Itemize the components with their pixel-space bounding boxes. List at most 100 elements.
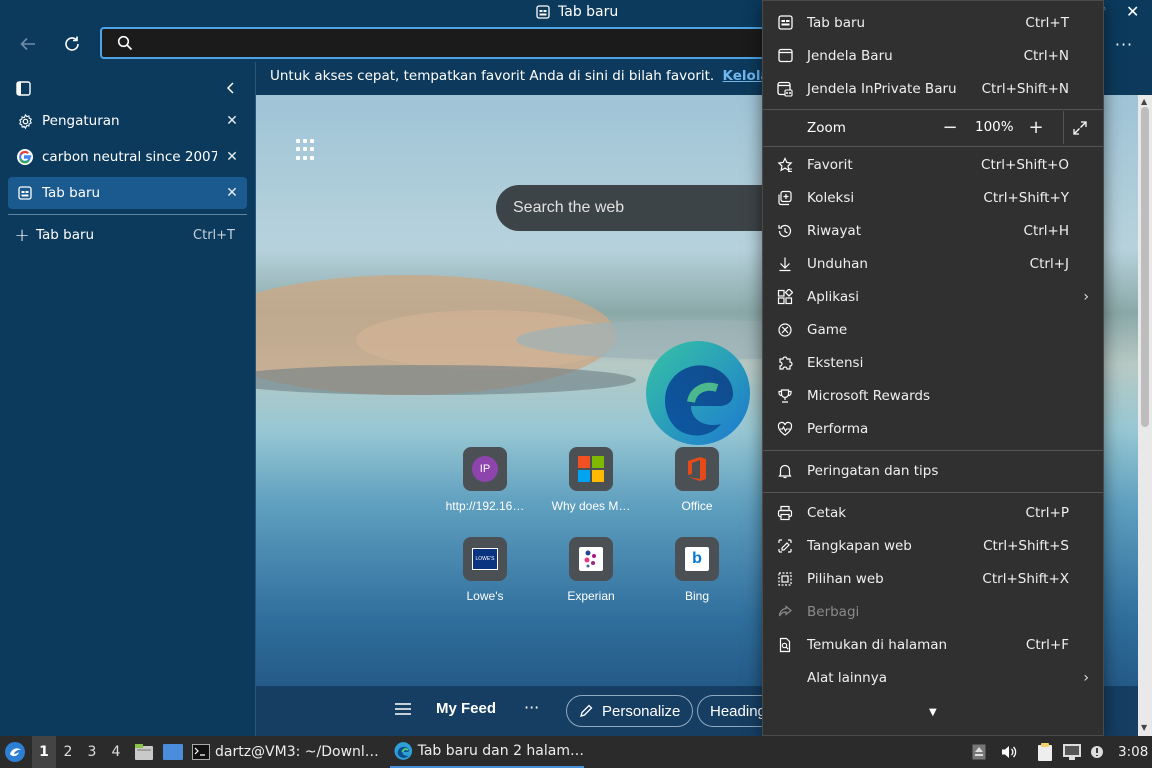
menu-item-collections[interactable]: Koleksi Ctrl+Shift+Y xyxy=(763,181,1103,214)
menu-item-label: Performa xyxy=(807,420,869,437)
fullscreen-button[interactable] xyxy=(1065,111,1095,144)
menu-item-rewards[interactable]: Microsoft Rewards xyxy=(763,379,1103,412)
speed-dial-tile[interactable]: b Bing xyxy=(647,537,747,617)
address-bar[interactable] xyxy=(100,27,780,59)
rewards-trophy-icon xyxy=(778,388,792,403)
menu-item-favorites[interactable]: Favorit Ctrl+Shift+O xyxy=(763,148,1103,181)
menu-item-games[interactable]: Game xyxy=(763,313,1103,346)
start-logo-icon xyxy=(5,742,25,762)
clipboard-icon[interactable] xyxy=(1036,736,1054,768)
new-tab-button[interactable]: + Tab baru Ctrl+T xyxy=(8,225,247,246)
terminal-icon xyxy=(192,744,210,760)
tray-eject-icon[interactable] xyxy=(972,736,986,768)
menu-item-label: Jendela Baru xyxy=(807,47,893,64)
scrollbar-thumb[interactable] xyxy=(1141,107,1149,427)
vertical-tabs-sidebar: Pengaturan ✕ carbon neutral since 2007 ✕… xyxy=(0,62,256,736)
history-icon xyxy=(778,224,792,237)
menu-item-label: Riwayat xyxy=(807,222,861,239)
newtab-icon xyxy=(536,5,550,19)
back-button[interactable] xyxy=(12,28,44,60)
menu-item-apps[interactable]: Aplikasi › xyxy=(763,280,1103,313)
menu-item-web-capture[interactable]: Tangkapan web Ctrl+Shift+S xyxy=(763,529,1103,562)
tile-label: Lowe's xyxy=(466,589,504,603)
sidebar-tab-pengaturan[interactable]: Pengaturan ✕ xyxy=(8,105,247,137)
lowes-badge: LOWE'S xyxy=(472,548,498,570)
new-tab-shortcut: Ctrl+T xyxy=(193,227,235,243)
menu-item-label: Tangkapan web xyxy=(807,537,912,554)
collapse-sidebar-icon[interactable] xyxy=(224,81,238,95)
speed-dial-tile[interactable]: Why does M… xyxy=(541,447,641,527)
web-capture-icon xyxy=(778,538,792,553)
games-icon xyxy=(778,322,792,337)
search-icon xyxy=(117,35,133,51)
sidebar-divider xyxy=(8,214,247,215)
notification-icon[interactable] xyxy=(1088,736,1106,768)
extensions-puzzle-icon xyxy=(779,355,793,370)
web-search-box[interactable]: Search the web xyxy=(496,185,796,231)
personalize-button[interactable]: Personalize xyxy=(566,695,694,727)
feed-more-icon[interactable]: ··· xyxy=(524,698,539,717)
refresh-button[interactable] xyxy=(56,28,88,60)
sidebar-tab-tab-baru[interactable]: Tab baru ✕ xyxy=(8,177,247,209)
speed-dial-tile[interactable]: LOWE'S Lowe's xyxy=(435,537,535,617)
collections-icon xyxy=(778,190,792,205)
workspace-2[interactable]: 2 xyxy=(56,736,80,768)
heading-button[interactable]: Heading xyxy=(697,695,767,727)
close-tab-icon[interactable]: ✕ xyxy=(217,149,247,165)
scroll-up-icon[interactable]: ▲ xyxy=(1141,97,1147,106)
desktop-launcher[interactable] xyxy=(162,736,184,768)
speed-dial-tile[interactable]: Experian xyxy=(541,537,641,617)
menu-item-history[interactable]: Riwayat Ctrl+H xyxy=(763,214,1103,247)
network-icon[interactable] xyxy=(1062,736,1082,768)
menu-item-find-on-page[interactable]: Temukan di halaman Ctrl+F xyxy=(763,628,1103,661)
taskbar-terminal[interactable]: dartz@VM3: ~/Downl… xyxy=(192,736,382,768)
heading-label: Heading xyxy=(710,702,766,720)
menu-item-downloads[interactable]: Unduhan Ctrl+J xyxy=(763,247,1103,280)
close-tab-icon[interactable]: ✕ xyxy=(217,113,247,129)
menu-item-new-tab[interactable]: Tab baru Ctrl+T xyxy=(763,6,1103,39)
tab-actions-icon[interactable] xyxy=(16,81,31,96)
menu-item-new-window[interactable]: Jendela Baru Ctrl+N xyxy=(763,39,1103,72)
menu-item-print[interactable]: Cetak Ctrl+P xyxy=(763,496,1103,529)
close-window-button[interactable]: ✕ xyxy=(1126,2,1139,21)
zoom-out-button[interactable]: − xyxy=(935,111,965,144)
volume-icon[interactable] xyxy=(1000,736,1018,768)
start-menu-button[interactable] xyxy=(4,736,26,768)
hamburger-menu-icon[interactable] xyxy=(394,702,412,716)
window-title: Tab baru xyxy=(536,4,618,20)
speed-dial-tile[interactable]: Office xyxy=(647,447,747,527)
speed-dial-tile[interactable]: IP http://192.16… xyxy=(435,447,535,527)
file-manager-launcher[interactable] xyxy=(134,736,154,768)
workspace-1[interactable]: 1 xyxy=(32,736,56,768)
workspace-4[interactable]: 4 xyxy=(104,736,128,768)
web-select-icon xyxy=(778,571,792,586)
address-input[interactable] xyxy=(142,32,762,54)
settings-more-button[interactable]: ··· xyxy=(1108,28,1140,60)
lowes-logo-icon: LOWE'S xyxy=(463,537,507,581)
close-tab-icon[interactable]: ✕ xyxy=(217,185,247,201)
zoom-in-button[interactable]: + xyxy=(1021,111,1051,144)
refresh-icon xyxy=(65,36,79,51)
menu-item-alerts-tips[interactable]: Peringatan dan tips xyxy=(763,454,1103,487)
bing-badge: b xyxy=(685,547,709,571)
menu-item-label: Favorit xyxy=(807,156,853,173)
workspace-3[interactable]: 3 xyxy=(80,736,104,768)
menu-item-more-tools[interactable]: Alat lainnya › xyxy=(763,661,1103,694)
sidebar-tab-carbon[interactable]: carbon neutral since 2007 ✕ xyxy=(8,141,247,173)
gear-icon xyxy=(18,113,32,129)
menu-scroll-down-icon[interactable]: ▼ xyxy=(929,707,937,718)
tile-icon: IP xyxy=(463,447,507,491)
menu-item-inprivate-window[interactable]: Jendela InPrivate Baru Ctrl+Shift+N xyxy=(763,72,1103,105)
taskbar-edge[interactable]: Tab baru dan 2 halam… xyxy=(390,736,584,768)
menu-item-label: Pilihan web xyxy=(807,570,884,587)
my-feed-tab[interactable]: My Feed xyxy=(436,700,496,717)
menu-item-performance[interactable]: Performa xyxy=(763,412,1103,445)
menu-item-extensions[interactable]: Ekstensi xyxy=(763,346,1103,379)
menu-item-web-select[interactable]: Pilihan web Ctrl+Shift+X xyxy=(763,562,1103,595)
menu-item-label: Berbagi xyxy=(807,603,860,620)
find-page-icon xyxy=(779,637,791,652)
share-icon xyxy=(778,604,792,616)
scroll-down-icon[interactable]: ▼ xyxy=(1141,723,1147,732)
page-scrollbar[interactable]: ▲ ▼ xyxy=(1138,95,1152,736)
apps-grid-icon[interactable] xyxy=(296,139,318,161)
